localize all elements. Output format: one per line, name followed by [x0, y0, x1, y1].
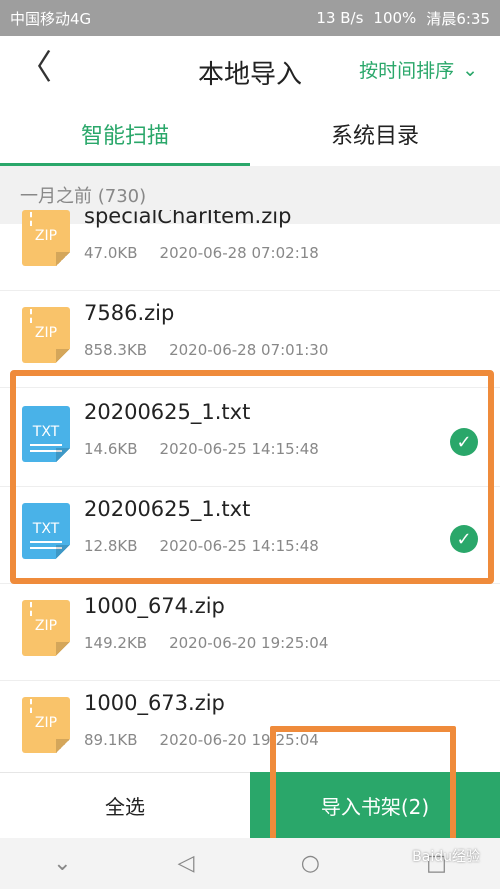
- watermark: Baidu经验: [412, 849, 480, 865]
- top-app-bar: 〈 本地导入 按时间排序 ⌄: [0, 36, 500, 102]
- file-name: 1000_673.zip: [84, 691, 225, 715]
- file-meta: 47.0KB 2020-06-28 07:02:18: [84, 244, 319, 262]
- battery-percent: 100%: [373, 9, 417, 27]
- file-name: 7586.zip: [84, 301, 175, 325]
- sort-dropdown[interactable]: 按时间排序 ⌄: [359, 56, 478, 83]
- sort-label: 按时间排序: [359, 60, 455, 82]
- zip-file-icon: ZIP: [22, 307, 70, 363]
- back-triangle-icon[interactable]: ◁: [178, 851, 195, 876]
- chevron-down-icon[interactable]: ⌄: [53, 851, 71, 876]
- tab-system-directory[interactable]: 系统目录: [250, 102, 500, 166]
- zip-file-icon: ZIP: [22, 697, 70, 753]
- file-size: 858.3KB: [84, 341, 148, 359]
- zip-file-icon: ZIP: [22, 210, 70, 266]
- tab-bar: 智能扫描 系统目录: [0, 102, 500, 166]
- zip-file-icon: ZIP: [22, 600, 70, 656]
- chevron-down-icon: ⌄: [462, 58, 478, 81]
- file-meta: 149.2KB 2020-06-20 19:25:04: [84, 634, 328, 652]
- clock: 清晨6:35: [426, 9, 490, 28]
- home-circle-icon[interactable]: ○: [301, 851, 320, 876]
- file-name: specialCharItem.zip: [84, 210, 292, 228]
- file-size: 47.0KB: [84, 244, 138, 262]
- file-size: 89.1KB: [84, 731, 138, 749]
- tab-smart-scan[interactable]: 智能扫描: [0, 102, 250, 166]
- status-bar: 中国移动4G 13 B/s 100% 清晨6:35: [0, 0, 500, 36]
- file-size: 149.2KB: [84, 634, 148, 652]
- file-name: 1000_674.zip: [84, 594, 225, 618]
- selection-highlight-box: [10, 370, 494, 584]
- select-all-button[interactable]: 全选: [0, 772, 250, 838]
- file-date: 2020-06-28 07:02:18: [159, 244, 319, 262]
- carrier-label: 中国移动4G: [10, 9, 92, 28]
- file-date: 2020-06-28 07:01:30: [169, 341, 329, 359]
- file-date: 2020-06-20 19:25:04: [169, 634, 329, 652]
- network-speed: 13 B/s: [316, 9, 364, 27]
- list-item[interactable]: ZIP specialCharItem.zip 47.0KB 2020-06-28…: [0, 210, 500, 291]
- list-item[interactable]: ZIP 1000_674.zip 149.2KB 2020-06-20 19:25…: [0, 584, 500, 681]
- file-meta: 858.3KB 2020-06-28 07:01:30: [84, 341, 328, 359]
